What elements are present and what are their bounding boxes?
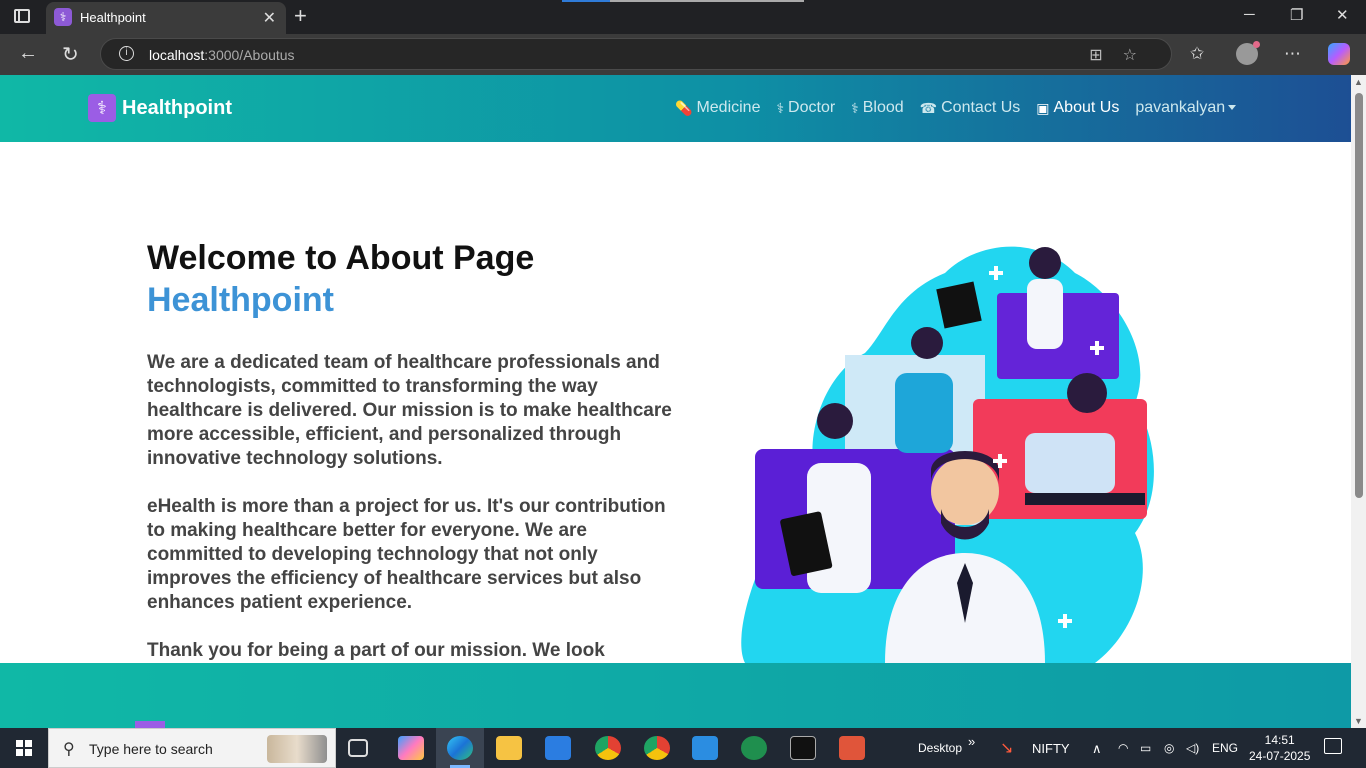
scroll-thumb[interactable] [1355,93,1363,498]
search-icon: ⚲ [63,741,75,758]
volume-icon[interactable]: ◁) [1186,741,1199,755]
tab-actions-icon[interactable] [14,9,30,23]
pills-icon: 💊 [675,99,693,116]
about-paragraph-3: Thank you for being a part of our missio… [147,640,605,661]
favicon-icon: ⚕ [54,8,72,26]
page-title: Welcome to About Page [147,239,535,277]
battery-icon[interactable]: ▭ [1140,741,1151,755]
nav-links: 💊 Medicine ⚕ Doctor ⚕ Blood ☎ Contact Us ▣ Ab… [675,99,1237,117]
favorite-star-icon[interactable]: ☆ [1123,47,1157,64]
close-tab-icon[interactable]: ✕ [263,8,276,28]
footer-logo-icon [135,721,165,728]
doctors-illustration [741,246,1154,663]
chrome-icon[interactable] [595,736,621,760]
snipping-tool-icon[interactable] [839,736,865,760]
clock-date: 24-07-2025 [1249,749,1311,763]
meet-icon[interactable]: ◎ [1164,741,1174,755]
taskbar-search[interactable]: ⚲ Type here to search [48,728,336,768]
task-view-icon[interactable] [348,739,368,757]
page-scrollbar[interactable]: ▲ ▼ [1351,75,1366,728]
tab-title: Healthpoint [80,10,146,25]
close-window-icon[interactable]: ✕ [1336,6,1349,24]
brand[interactable]: ⚕ Healthpoint [88,94,232,122]
about-paragraph-2: eHealth is more than a project for us. I… [147,496,666,613]
chrome-profile-icon[interactable] [644,736,670,760]
page-subtitle: Healthpoint [147,281,334,319]
copilot-icon[interactable] [1328,43,1350,65]
url-text: localhost:3000/Aboutus [149,47,295,63]
url-actions[interactable]: ⊞☆ [1089,45,1157,65]
app-available-icon[interactable]: ⊞ [1089,47,1122,64]
search-highlight-image [267,735,327,763]
site-navbar: ⚕ Healthpoint 💊 Medicine ⚕ Doctor ⚕ Blood ☎… [0,75,1351,142]
refresh-icon[interactable]: ↻ [62,42,79,67]
clock-time: 14:51 [1264,733,1295,747]
back-icon[interactable]: ← [18,42,38,65]
user-dropdown[interactable]: pavankalyan [1135,99,1237,117]
start-icon[interactable] [16,740,32,756]
nav-blood[interactable]: ⚕ Blood [851,99,904,117]
clock[interactable]: 14:51 24-07-2025 [1249,732,1310,764]
nav-medicine[interactable]: 💊 Medicine [675,99,760,117]
new-tab-icon[interactable]: + [294,3,307,29]
wifi-icon[interactable]: ◠ [1118,741,1128,755]
brand-name: Healthpoint [122,96,232,119]
edge-icon[interactable] [447,736,473,760]
nav-about[interactable]: ▣ About Us [1036,99,1119,117]
caret-down-icon [1228,105,1237,111]
stethoscope-icon: ⚕ [776,99,785,116]
site-info-icon[interactable]: i [119,46,134,61]
language-indicator[interactable]: ENG [1212,741,1238,755]
browser-tab[interactable]: ⚕ Healthpoint ✕ [46,2,286,34]
id-card-icon: ▣ [1036,99,1050,116]
file-explorer-icon[interactable] [496,736,522,760]
windows-taskbar: ⚲ Type here to search Desktop » ↘ NIFTY … [0,728,1366,768]
ticker-label[interactable]: NIFTY [1032,741,1070,756]
more-menu-icon[interactable]: ⋯ [1284,44,1301,64]
nav-contact[interactable]: ☎ Contact Us [920,99,1021,117]
scroll-up-icon[interactable]: ▲ [1354,77,1363,87]
address-bar-row: ← ↻ i localhost:3000/Aboutus ⊞☆ ✩ ⋯ [0,34,1366,75]
tray-expand-icon[interactable]: ∧ [1092,741,1102,757]
copilot-taskbar-icon[interactable] [398,736,424,760]
toolbar-expand-icon[interactable]: » [968,734,975,749]
ticker-down-icon: ↘ [1000,740,1014,757]
minimize-icon[interactable]: ─ [1244,6,1255,23]
store-icon[interactable] [545,736,571,760]
desktop-toolbar[interactable]: Desktop [918,741,962,755]
url-input[interactable]: i localhost:3000/Aboutus ⊞☆ [100,38,1172,70]
vscode-icon[interactable] [692,736,718,760]
about-paragraph-1: We are a dedicated team of healthcare pr… [147,352,672,469]
favorites-icon[interactable]: ✩ [1190,44,1204,64]
scroll-down-icon[interactable]: ▼ [1354,716,1363,726]
stethoscope-icon: ⚕ [851,99,859,116]
notification-icon[interactable] [1324,738,1342,754]
search-placeholder: Type here to search [89,741,213,757]
restore-icon[interactable]: ❐ [1290,6,1303,24]
brand-logo-icon: ⚕ [88,94,116,122]
nav-doctor[interactable]: ⚕ Doctor [776,99,835,117]
page-viewport: ⚕ Healthpoint 💊 Medicine ⚕ Doctor ⚕ Blood ☎… [0,75,1351,728]
loading-indicator [562,0,804,2]
profile-avatar[interactable] [1236,41,1260,65]
mongodb-icon[interactable] [741,736,767,760]
phone-icon: ☎ [919,99,938,116]
site-footer [0,663,1351,728]
browser-tab-bar: ⚕ Healthpoint ✕ + ─ ❐ ✕ [0,0,1366,34]
terminal-icon[interactable] [790,736,816,760]
